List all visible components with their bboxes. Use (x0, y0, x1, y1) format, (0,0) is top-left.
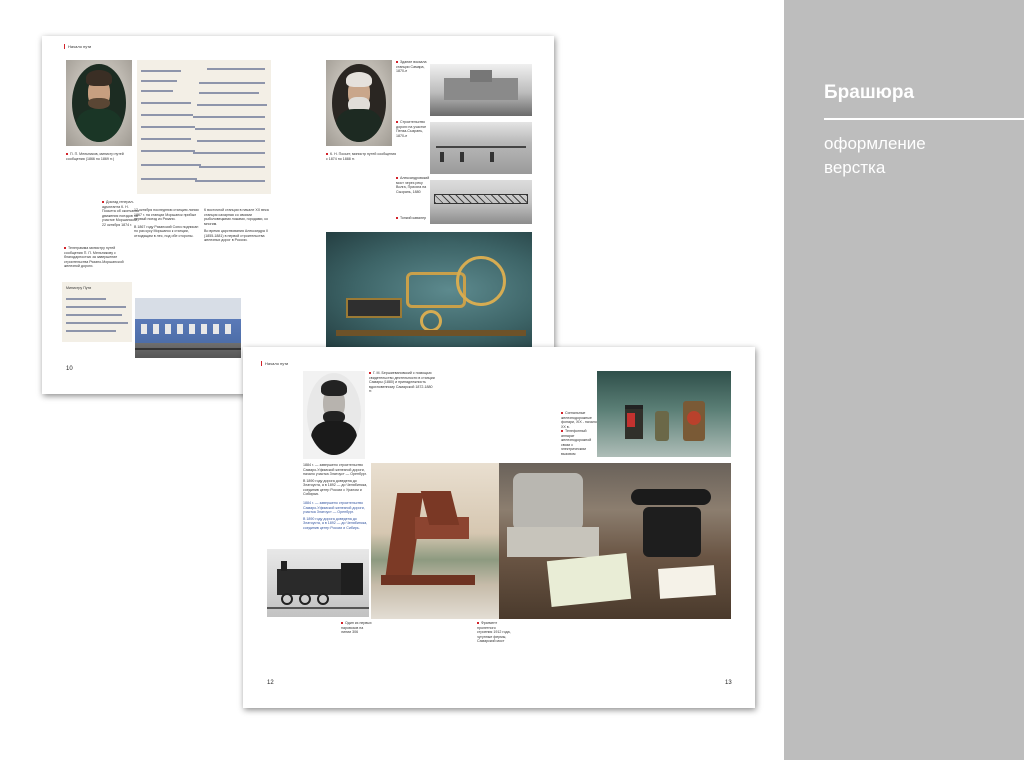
page-number-right-b: 13 (725, 680, 732, 686)
sidebar-subtitle: оформление верстка (824, 132, 926, 180)
portrait-photo (66, 60, 132, 146)
construction-photo-bw (430, 122, 532, 174)
brochure-spread-top: Начало пути П. П. Мельников, министр пут… (42, 36, 554, 394)
historic-letter-image (137, 60, 271, 194)
section-label-2: Начало пути (261, 361, 288, 366)
portrait-photo-2 (326, 60, 392, 146)
station-building-photo (135, 298, 241, 358)
portrait-photo-3 (303, 371, 365, 459)
telephone-caption: Телефонный аппарат железнодорожной связи… (561, 429, 592, 456)
telephone-telegraph-photo (499, 463, 731, 619)
brochure-spread-bottom: Начало пути Г. М. Бершиевановский с помо… (243, 347, 755, 708)
locomotive-model-photo (326, 232, 532, 348)
page-number-left: 10 (66, 366, 73, 372)
photo3-caption: Александровский мост через реку Волга, П… (396, 176, 430, 194)
signal-lamps-photo (597, 371, 731, 457)
sidebar-panel: Брашюра оформление верстка (784, 0, 1024, 760)
portrait-caption: П. П. Мельников, министр путей сообщения… (66, 152, 124, 161)
bridge-photo-bw (430, 180, 532, 224)
bridge-fragment-photo (371, 463, 499, 619)
bridge-caption: Фрагмент пролетного строения 1912 года, … (477, 621, 511, 643)
steam-locomotive-photo (267, 549, 369, 617)
sidebar-title: Брашюра (824, 82, 915, 103)
station-photo-bw (430, 64, 532, 116)
telegram-caption: Телеграмма министру путей сообщения П. П… (64, 246, 124, 268)
lamps-caption: Сигнальные железнодорожные фонари, XIX -… (561, 411, 597, 429)
body-text-col2: К восточной станции в начале XX века ста… (204, 208, 269, 242)
photo2-caption: Строительство дороги на участке Пенза-Сы… (396, 120, 427, 138)
portrait-caption-3: Г. М. Бершиевановский с помощью свидетел… (369, 371, 435, 393)
locomotive-caption: Один из первых паровозов на линии 306 (341, 621, 372, 634)
body-text-blue: 1884 г. — завершено строительство Самаро… (303, 501, 368, 530)
photo1-caption: Здание вокзала станции Самара, 1870-е (396, 60, 427, 73)
page-number-left-b: 12 (267, 680, 274, 686)
portrait-caption-2: К. Н. Посьет, министр путей сообщения с … (326, 152, 397, 161)
sidebar-divider (824, 118, 1024, 120)
body-text-black: 1884 г. — завершено строительство Самаро… (303, 463, 368, 496)
body-text-col1: 12 октября последнюю станцию линии 1867 … (134, 208, 199, 238)
section-label: Начало пути (64, 44, 91, 49)
telegram-image: Министру Пути (62, 282, 132, 342)
photo4-caption: Тонкий кавалер (396, 216, 430, 221)
subtitle-line1: оформление (824, 134, 926, 153)
subtitle-line2: верстка (824, 158, 886, 177)
